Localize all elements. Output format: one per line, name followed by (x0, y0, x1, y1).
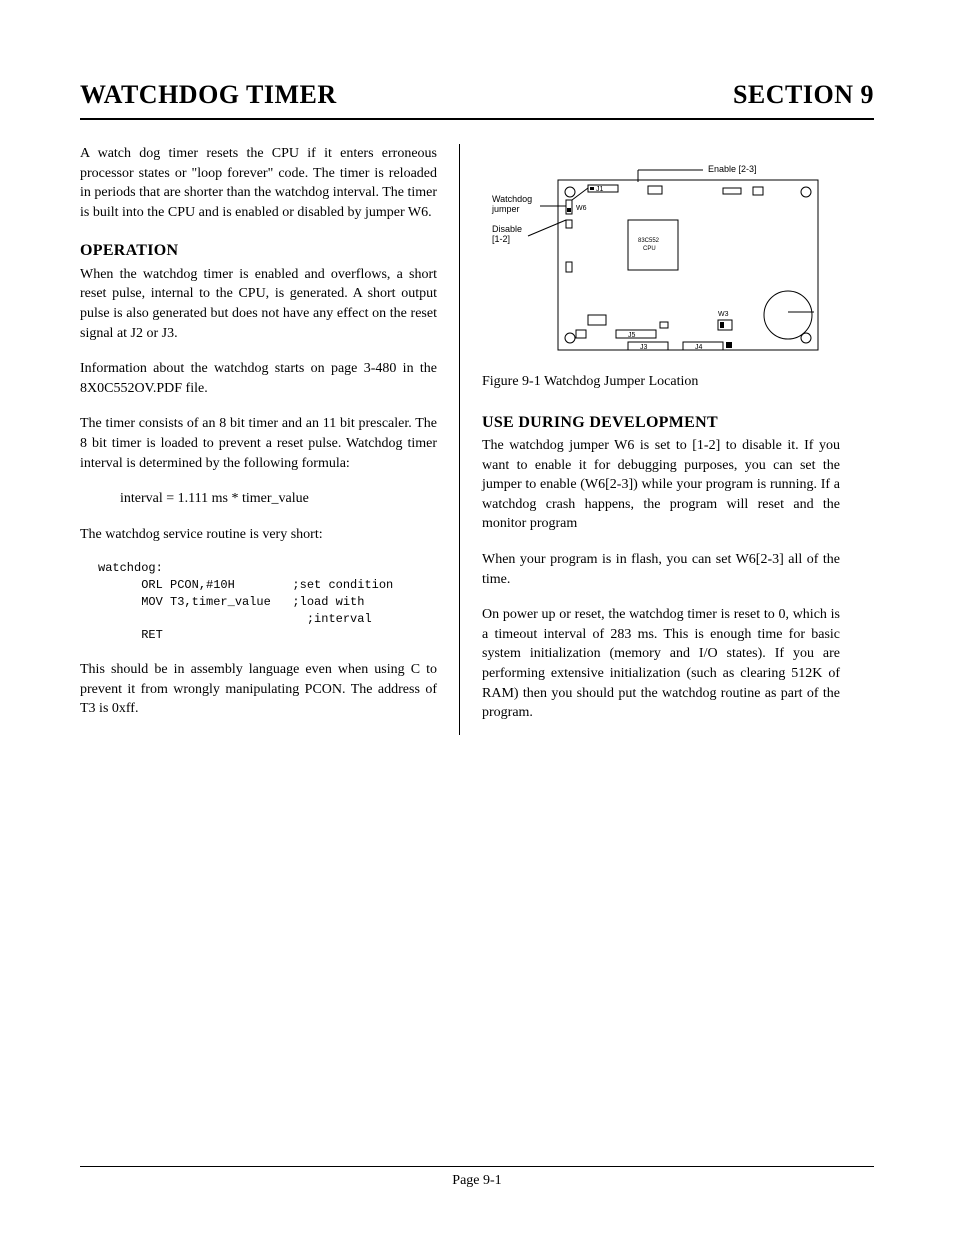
watchdog-code-block: watchdog: ORL PCON,#10H ;set condition M… (98, 560, 437, 644)
operation-paragraph-1: When the watchdog timer is enabled and o… (80, 265, 437, 343)
operation-heading: OPERATION (80, 240, 437, 262)
enable-label: Enable [2-3] (708, 164, 757, 174)
figure-caption: Figure 9-1 Watchdog Jumper Location (482, 372, 840, 392)
watchdog-jumper-label-2: jumper (491, 204, 520, 214)
cpu-label-2: CPU (643, 246, 656, 252)
disable-label-2: [1-2] (492, 234, 510, 244)
intro-paragraph: A watch dog timer resets the CPU if it e… (80, 144, 437, 222)
j5-label: J5 (628, 332, 636, 339)
j4-label: J4 (695, 344, 703, 351)
figure-9-1: Enable [2-3] J1 Watchdog jumper (488, 160, 828, 360)
content-columns: A watch dog timer resets the CPU if it e… (80, 144, 874, 1164)
j3-label: J3 (640, 344, 648, 351)
disable-label-1: Disable (492, 224, 522, 234)
j1-label: J1 (596, 186, 604, 193)
page-footer: Page 9-1 (80, 1166, 874, 1189)
use-paragraph-3: On power up or reset, the watchdog timer… (482, 605, 840, 723)
operation-paragraph-2: Information about the watchdog starts on… (80, 359, 437, 398)
use-during-development-heading: USE DURING DEVELOPMENT (482, 412, 840, 434)
operation-paragraph-4: This should be in assembly language even… (80, 660, 437, 719)
page-number: Page 9-1 (452, 1173, 501, 1188)
use-paragraph-2: When your program is in flash, you can s… (482, 550, 840, 589)
operation-paragraph-3: The timer consists of an 8 bit timer and… (80, 414, 437, 473)
w6-label: W6 (576, 205, 587, 212)
w3-label: W3 (718, 311, 729, 318)
header-title-right: SECTION 9 (733, 80, 874, 110)
watchdog-jumper-label-1: Watchdog (492, 194, 532, 204)
header-title-left: WATCHDOG TIMER (80, 80, 337, 110)
page-header: WATCHDOG TIMER SECTION 9 (80, 80, 874, 120)
cpu-label-1: 83C552 (638, 238, 660, 244)
use-paragraph-1: The watchdog jumper W6 is set to [1-2] t… (482, 436, 840, 534)
right-column: Enable [2-3] J1 Watchdog jumper (460, 144, 840, 739)
interval-formula: interval = 1.111 ms * timer_value (80, 489, 437, 509)
left-column: A watch dog timer resets the CPU if it e… (80, 144, 460, 735)
routine-intro: The watchdog service routine is very sho… (80, 525, 437, 545)
